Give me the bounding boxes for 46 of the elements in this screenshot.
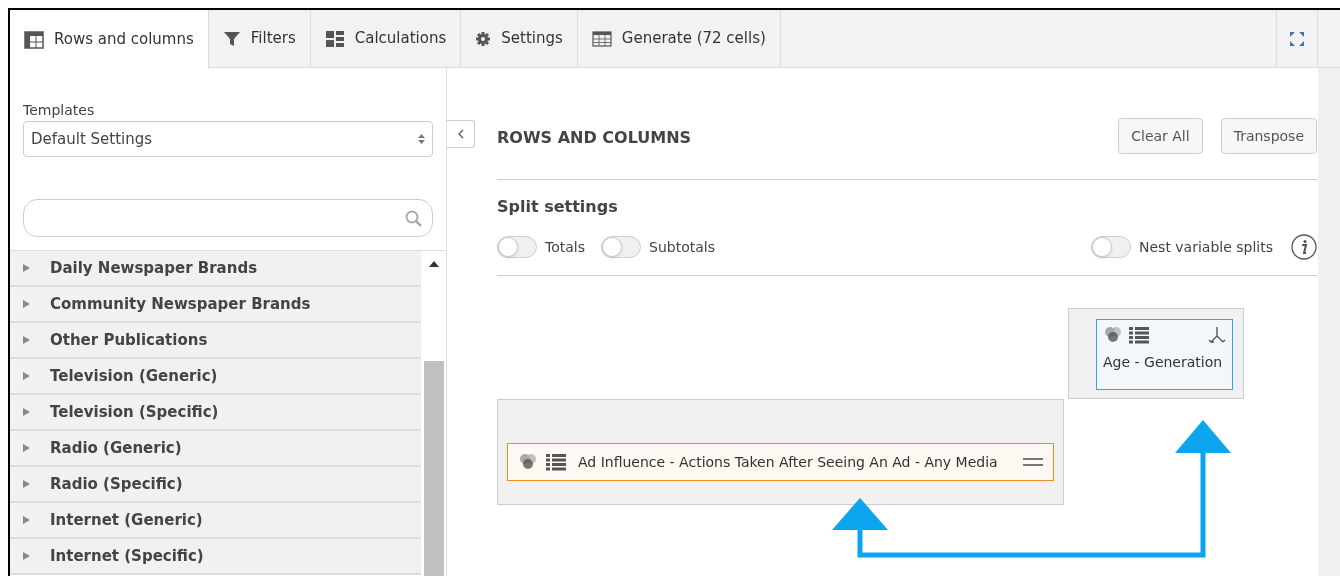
toggle-switch[interactable] bbox=[1091, 236, 1131, 258]
templates-label: Templates bbox=[23, 101, 96, 119]
subsection-title: Split settings bbox=[497, 196, 619, 218]
tree-item[interactable]: Internet (Generic) bbox=[10, 503, 421, 539]
filter-icon bbox=[222, 30, 241, 47]
variable-label: Age - Generation bbox=[1103, 353, 1224, 372]
toggle-label: Nest variable splits bbox=[1139, 237, 1273, 257]
fullscreen-button[interactable] bbox=[1276, 10, 1318, 67]
toggle-switch[interactable] bbox=[497, 236, 537, 258]
action-button[interactable]: Transpose bbox=[1220, 118, 1317, 154]
sort-icon bbox=[418, 134, 425, 144]
search-field[interactable] bbox=[23, 199, 433, 237]
collapse-button[interactable] bbox=[447, 120, 475, 148]
tree-item[interactable]: Television (Specific) bbox=[10, 395, 421, 431]
tree-item[interactable]: Community Newspaper Brands bbox=[10, 287, 421, 323]
action-button[interactable]: Clear All bbox=[1118, 118, 1203, 154]
search-icon bbox=[405, 209, 422, 227]
tree-item[interactable]: Internet (Specific) bbox=[10, 539, 421, 575]
tree-item[interactable]: Radio (Generic) bbox=[10, 431, 421, 467]
table-icon bbox=[24, 30, 44, 49]
toggle-label: Subtotals bbox=[649, 237, 715, 257]
tree-item[interactable]: Television (Generic) bbox=[10, 359, 421, 395]
list-icon bbox=[1129, 326, 1149, 344]
info-icon[interactable] bbox=[1291, 234, 1317, 260]
split-icon bbox=[1208, 326, 1226, 344]
calculator-icon bbox=[324, 29, 345, 48]
variable-card[interactable]: Ad Influence - Actions Taken After Seeing An Ad - Any Media bbox=[507, 443, 1054, 481]
variable-card[interactable]: Age - Generation bbox=[1096, 319, 1233, 390]
settings-icon bbox=[475, 30, 492, 47]
toggle-switch[interactable] bbox=[601, 236, 641, 258]
tab[interactable]: Rows and columns bbox=[10, 10, 209, 69]
circles-icon bbox=[518, 453, 538, 471]
section-title: ROWS AND COLUMNS bbox=[497, 127, 692, 149]
toggle-label: Totals bbox=[545, 237, 585, 257]
drag-handle-icon[interactable] bbox=[1023, 458, 1043, 466]
list-icon bbox=[546, 453, 566, 471]
expand-icon bbox=[1290, 31, 1304, 46]
tree-item[interactable]: Other Publications bbox=[10, 323, 421, 359]
tree-item[interactable]: Radio (Specific) bbox=[10, 467, 421, 503]
tree-item[interactable]: Daily Newspaper Brands bbox=[10, 251, 421, 287]
template-select[interactable]: Default Settings bbox=[23, 121, 433, 157]
scroll-up-icon bbox=[428, 261, 439, 267]
table-icon bbox=[591, 30, 612, 47]
variable-label: Ad Influence - Actions Taken After Seeing An Ad - Any Media bbox=[578, 452, 998, 472]
circles-icon bbox=[1103, 326, 1123, 344]
chevron-left-icon bbox=[457, 129, 464, 139]
